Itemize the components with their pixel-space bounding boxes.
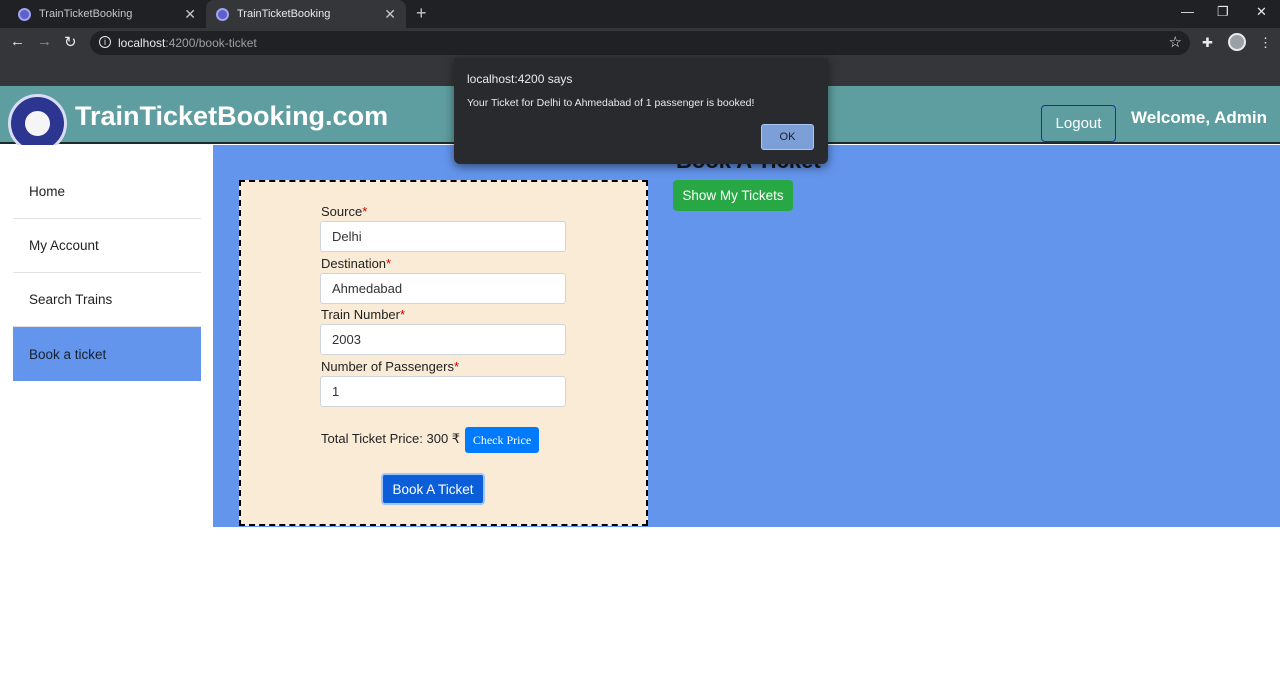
reload-icon[interactable]: ↻ [64,33,77,51]
train-number-field[interactable] [320,324,566,355]
dialog-message: Your Ticket for Delhi to Ahmedabad of 1 … [467,97,755,109]
tab-close-icon[interactable]: ✕ [184,6,196,23]
browser-toolbar: ← → ↻ i localhost:4200/book-ticket ☆ ✚ ⋮ [0,28,1280,58]
sidebar-item-my-account[interactable]: My Account [13,219,201,273]
brand-title: TrainTicketBooking.com [75,101,389,131]
source-label: Source* [321,204,368,219]
back-icon[interactable]: ← [10,33,25,50]
tab-title: TrainTicketBooking [237,8,331,20]
logout-button[interactable]: Logout [1041,105,1116,142]
source-field[interactable] [320,221,566,252]
passengers-field[interactable] [320,376,566,407]
window-close-icon[interactable]: ✕ [1256,4,1267,20]
sidebar-item-book-ticket[interactable]: Book a ticket [13,327,201,381]
tab-title: TrainTicketBooking [39,8,133,20]
dialog-title: localhost:4200 says [467,72,573,86]
address-bar[interactable]: i localhost:4200/book-ticket ☆ [90,31,1190,55]
sidebar: Home My Account Search Trains Book a tic… [0,145,213,527]
favicon-icon [216,7,229,21]
profile-avatar-icon[interactable] [1228,33,1246,51]
favicon-icon [18,7,31,21]
welcome-text: Welcome, Admin [1131,108,1268,127]
restore-icon[interactable]: ❐ [1217,4,1229,20]
check-price-button[interactable]: Check Price [465,427,539,453]
new-tab-icon[interactable]: + [416,3,427,24]
site-info-icon[interactable]: i [99,36,111,48]
alert-dialog: localhost:4200 says Your Ticket for Delh… [454,58,828,164]
browser-tab[interactable]: TrainTicketBooking ✕ [8,0,206,28]
total-price-text: Total Ticket Price: 300 ₹ [321,431,461,446]
browser-tab-active[interactable]: TrainTicketBooking ✕ [206,0,406,28]
menu-kebab-icon[interactable]: ⋮ [1259,35,1272,51]
destination-label: Destination* [321,256,392,271]
bookmark-star-icon[interactable]: ☆ [1169,33,1182,51]
train-number-label: Train Number* [321,307,406,322]
url-text: localhost:4200/book-ticket [118,36,257,50]
show-my-tickets-button[interactable]: Show My Tickets [673,180,793,211]
minimize-icon[interactable]: — [1181,4,1194,19]
forward-icon[interactable]: → [37,33,52,50]
extensions-icon[interactable]: ✚ [1202,35,1213,51]
book-ticket-button[interactable]: Book A Ticket [381,473,485,505]
browser-tab-bar: TrainTicketBooking ✕ TrainTicketBooking … [0,0,1280,28]
ok-button[interactable]: OK [761,124,814,150]
sidebar-item-home[interactable]: Home [13,165,201,219]
destination-field[interactable] [320,273,566,304]
sidebar-item-search-trains[interactable]: Search Trains [13,273,201,327]
tab-close-icon[interactable]: ✕ [384,6,396,23]
passengers-label: Number of Passengers* [321,359,460,374]
